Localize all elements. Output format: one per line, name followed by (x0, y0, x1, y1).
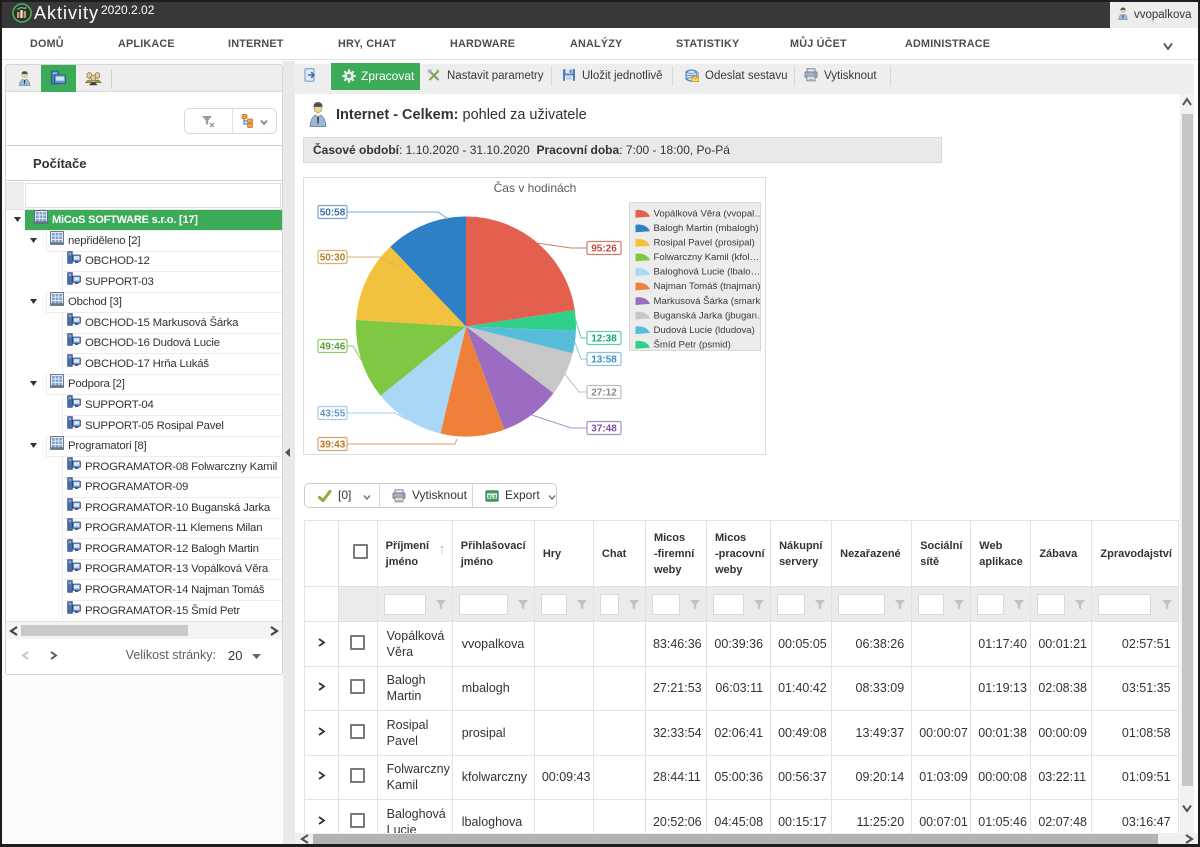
svg-text:43:55: 43:55 (320, 409, 346, 420)
svg-text:39:43: 39:43 (320, 440, 346, 451)
svg-text:Folwarczny Kamil (kfol…: Folwarczny Kamil (kfol… (654, 252, 760, 263)
svg-text:Najman Tomáš (tnajman): Najman Tomáš (tnajman) (654, 281, 761, 292)
svg-text:Buganská Jarka (jbugan…: Buganská Jarka (jbugan… (654, 310, 767, 321)
svg-text:Šmíd Petr (psmid): Šmíd Petr (psmid) (654, 339, 731, 350)
svg-text:95:26: 95:26 (591, 244, 617, 255)
svg-text:50:30: 50:30 (320, 253, 346, 264)
svg-text:37:48: 37:48 (591, 424, 617, 435)
svg-text:50:58: 50:58 (320, 208, 346, 219)
svg-text:Baloghová Lucie (lbalo…: Baloghová Lucie (lbalo… (654, 267, 761, 278)
svg-text:Markusová Šárka (smark…: Markusová Šárka (smark… (654, 296, 768, 307)
svg-text:13:58: 13:58 (591, 355, 617, 366)
svg-text:Čas v hodinách: Čas v hodinách (494, 180, 577, 195)
svg-text:Dudová Lucie (ldudova): Dudová Lucie (ldudova) (654, 325, 755, 336)
svg-text:Balogh Martin (mbalogh): Balogh Martin (mbalogh) (654, 223, 759, 234)
svg-text:XLS: XLS (488, 494, 497, 499)
svg-text:Vopálková Věra (vvopal…: Vopálková Věra (vvopal… (654, 209, 764, 220)
svg-text:49:46: 49:46 (320, 342, 346, 353)
svg-text:27:12: 27:12 (591, 388, 617, 399)
svg-text:Rosipal Pavel (prosipal): Rosipal Pavel (prosipal) (654, 238, 755, 249)
svg-text:12:38: 12:38 (591, 334, 617, 345)
